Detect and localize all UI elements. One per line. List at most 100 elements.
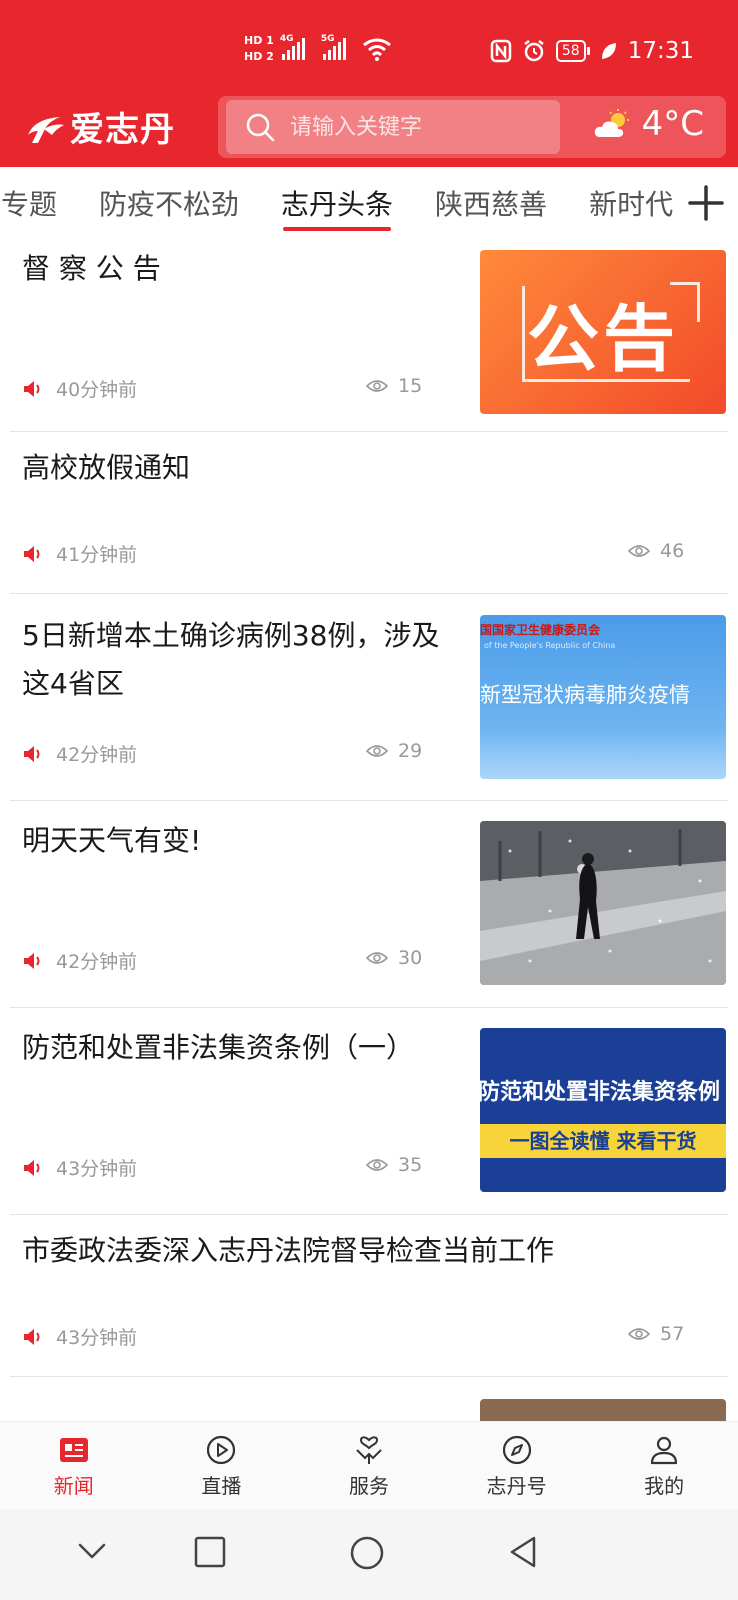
news-meta: 41分钟前 [22,540,137,567]
thumb-text: 防范和处置非法集资条例 [480,1080,721,1105]
signal-4g-icon: 4G [280,34,305,60]
speaker-icon[interactable] [22,379,44,399]
views-count: 29 [366,740,422,762]
tab-special[interactable]: 专题 [0,183,78,229]
recents-icon[interactable] [193,1535,227,1569]
wifi-icon [362,38,391,61]
play-circle-icon [207,1435,236,1465]
news-title: 督 察 公 告 [22,252,161,285]
net1-label: 4G [279,33,294,44]
views-count: 30 [366,947,422,969]
news-title: 防范和处置非法集资条例（一） [22,1031,415,1064]
add-channel-icon[interactable] [686,183,726,223]
news-thumbnail[interactable] [480,1399,726,1421]
chevron-down-icon[interactable] [76,1535,108,1567]
eye-icon [366,952,388,964]
logo-text: 爱志丹 [70,110,175,150]
home-icon[interactable] [349,1535,385,1571]
thumb-header: 国国家卫生健康委员会 [480,623,601,637]
search-weather-bar: 4°C [218,96,726,158]
speaker-icon[interactable] [22,544,44,564]
views-value: 57 [660,1323,685,1345]
news-item[interactable]: 市委政法委深入志丹法院督导检查当前工作 43分钟前 57 [10,1215,728,1377]
partly-cloudy-icon [594,109,629,137]
news-meta: 42分钟前 [22,947,137,974]
bottom-nav: 新闻 直播 服务 志丹号 我的 [0,1421,738,1509]
tab-zhidan-headlines[interactable]: 志丹头条 [260,183,414,231]
news-meta: 42分钟前 [22,740,137,767]
app-logo[interactable]: 爱志丹 [24,102,175,151]
views-value: 29 [398,740,423,762]
status-bar: HD 1 HD 2 4G 5G 58 17:31 [0,28,738,80]
news-thumbnail[interactable]: 防范和处置非法集资条例 一图全读懂 来看干货 [480,1028,726,1192]
alarm-icon [524,40,544,62]
search-icon [246,113,275,142]
news-thumbnail[interactable]: 国国家卫生健康委员会 of the People's Republic of C… [480,615,726,779]
battery-icon: 58 [555,40,590,62]
speaker-icon[interactable] [22,1158,44,1178]
app-header: HD 1 HD 2 4G 5G 58 17:31 爱志丹 请输入关键字 4°C [0,0,738,167]
eye-icon [628,1328,650,1340]
leaf-icon [601,43,616,59]
hd-indicator: HD 1 HD 2 [244,34,274,63]
news-icon [59,1438,88,1462]
snowy-street-photo [480,821,726,985]
speaker-icon[interactable] [22,744,44,764]
speaker-icon[interactable] [22,951,44,971]
tab-shaanxi-charity[interactable]: 陕西慈善 [414,183,568,229]
weather-widget[interactable]: 4°C [594,104,704,144]
nav-service-label: 服务 [348,1474,389,1498]
news-item[interactable]: 高校放假通知 41分钟前 46 [10,432,728,594]
news-item[interactable]: 明天天气有变! 42分钟前 30 [10,801,728,1008]
logo-mark-icon [28,116,64,143]
thumb-sub: of the People's Republic of China [484,641,616,650]
hd1-label: HD 1 [244,34,274,47]
news-thumbnail[interactable] [480,821,726,985]
news-meta: 43分钟前 [22,1323,137,1350]
nav-news-label: 新闻 [53,1474,94,1498]
speaker-icon[interactable] [22,1327,44,1347]
clock: 17:31 [627,38,694,64]
views-value: 46 [660,540,685,562]
nav-service[interactable]: 服务 [295,1422,443,1509]
news-item[interactable]: 防范和处置非法集资条例（一） 43分钟前 35 防范和处置非法集资条例 一图全读… [10,1008,728,1215]
network-indicators: HD 1 HD 2 4G 5G [244,34,392,63]
news-meta: 43分钟前 [22,1154,137,1181]
search-box[interactable] [226,100,560,154]
tabs-track: 专题 防疫不松劲 志丹头条 陕西慈善 新时代 [0,183,694,231]
heart-hand-icon [356,1436,382,1464]
tab-epidemic[interactable]: 防疫不松劲 [78,183,260,229]
system-navigation-bar [0,1509,738,1600]
news-thumbnail[interactable]: 公告 [480,250,726,414]
news-time: 42分钟前 [56,951,138,973]
news-item[interactable]: 督 察 公 告 40分钟前 15 公告 [10,241,728,432]
eye-icon [366,745,388,757]
app-bar: 爱志丹 4°C [0,94,738,160]
nav-zhidan-account[interactable]: 志丹号 [443,1422,591,1509]
views-count: 46 [628,540,684,562]
back-icon[interactable] [507,1535,539,1569]
views-count: 35 [366,1154,422,1176]
thumb-text: 新型冠状病毒肺炎疫情 [480,683,690,707]
temperature: 4°C [641,104,704,144]
news-feed: 督 察 公 告 40分钟前 15 公告 高校放假通知 41分钟前 46 5日新增… [0,241,738,1421]
eye-icon [366,1159,388,1171]
news-title: 5日新增本土确诊病例38例，涉及这4省区 [22,619,440,700]
nav-news[interactable]: 新闻 [0,1422,148,1509]
news-item-partial[interactable] [10,1377,728,1421]
news-item[interactable]: 5日新增本土确诊病例38例，涉及这4省区 42分钟前 29 国国家卫生健康委员会… [10,594,728,801]
eye-icon [628,545,650,557]
net2-label: 5G [320,33,335,44]
news-title: 高校放假通知 [22,451,191,484]
signal-5g-icon: 5G [321,34,346,60]
nav-me[interactable]: 我的 [590,1422,738,1509]
views-value: 30 [398,947,423,969]
news-time: 43分钟前 [56,1327,138,1349]
search-input[interactable] [290,114,530,140]
nav-live[interactable]: 直播 [148,1422,296,1509]
nav-zhidan-account-label: 志丹号 [486,1474,547,1498]
news-time: 42分钟前 [56,744,138,766]
battery-level: 58 [555,40,586,62]
thumb-banner: 一图全读懂 来看干货 [480,1124,726,1158]
nav-me-label: 我的 [644,1474,685,1498]
